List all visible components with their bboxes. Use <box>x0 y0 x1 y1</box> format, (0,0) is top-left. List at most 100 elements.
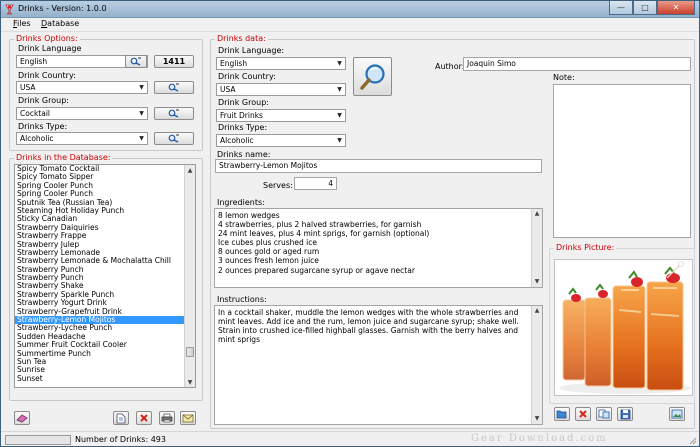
email-button[interactable] <box>180 411 196 425</box>
picture-icon <box>671 409 683 419</box>
data-country-select[interactable]: USA ▼ <box>216 83 346 96</box>
magnifier-icon <box>359 63 385 90</box>
drinks-options-label: Drinks Options: <box>14 34 80 43</box>
chevron-down-icon: ▼ <box>139 84 144 91</box>
folder-open-icon <box>556 410 567 419</box>
menu-files[interactable]: Files <box>13 19 31 28</box>
options-group-label: Drink Group: <box>18 96 69 105</box>
ingredient-line: 8 ounces gold or aged rum <box>218 247 320 257</box>
chevron-down-icon: ▼ <box>337 112 342 119</box>
new-drink-button[interactable] <box>113 411 129 425</box>
data-type-select[interactable]: Alcoholic ▼ <box>216 134 346 147</box>
options-country-label: Drink Country: <box>18 71 76 80</box>
chevron-down-icon: ▼ <box>337 137 342 144</box>
resize-grip-icon[interactable] <box>688 436 697 445</box>
drinks-picture-label: Drinks Picture: <box>554 243 617 252</box>
list-item[interactable]: Sunset <box>15 374 195 383</box>
chevron-down-icon: ▼ <box>139 110 144 117</box>
serves-label: Serves: <box>263 181 293 190</box>
delete-drink-button[interactable] <box>136 411 152 425</box>
scroll-up-icon[interactable]: ▲ <box>532 306 542 316</box>
title-bar: Drinks - Version: 1.0.0 — □ ✕ <box>1 1 699 18</box>
options-language-label: Drink Language <box>18 44 82 53</box>
eraser-icon <box>16 414 28 423</box>
scroll-down-icon[interactable]: ▼ <box>532 277 542 287</box>
open-image-button[interactable] <box>554 407 570 421</box>
options-type-select[interactable]: Alcoholic ▼ <box>16 132 148 145</box>
filter-icon <box>168 109 179 118</box>
scroll-up-icon[interactable]: ▲ <box>532 209 542 219</box>
ingredient-line: 4 strawberries, plus 2 halved strawberri… <box>218 220 422 230</box>
note-textarea[interactable] <box>553 84 691 238</box>
scroll-up-icon[interactable]: ▲ <box>185 165 195 175</box>
scroll-down-icon[interactable]: ▼ <box>532 414 542 424</box>
data-group-select[interactable]: Fruit Drinks ▼ <box>216 109 346 122</box>
chevron-down-icon: ▼ <box>139 135 144 142</box>
erase-button[interactable] <box>14 411 30 425</box>
data-type-value: Alcoholic <box>220 136 254 145</box>
drink-name-field[interactable]: Strawberry-Lemon Mojitos <box>215 159 542 173</box>
data-language-select[interactable]: English ▼ <box>216 57 346 70</box>
maximize-button[interactable]: □ <box>633 1 657 15</box>
options-country-value: USA <box>20 83 36 92</box>
minimize-button[interactable]: — <box>609 1 633 15</box>
options-country-filter-button[interactable] <box>154 81 194 94</box>
close-window-button[interactable]: ✕ <box>657 1 695 15</box>
drink-name-label: Drinks name: <box>217 150 271 159</box>
window-controls: — □ ✕ <box>609 1 695 15</box>
filter-icon <box>130 57 141 66</box>
options-group-filter-button[interactable] <box>154 107 194 120</box>
filter-icon <box>168 134 179 143</box>
data-type-label: Drinks Type: <box>218 123 268 132</box>
serves-field[interactable]: 4 <box>294 177 337 190</box>
drinks-list: Spicy Tomato Cocktail Spicy Tomato Sipper… <box>15 165 195 383</box>
instructions-label: Instructions: <box>217 295 267 304</box>
app-window: Drinks - Version: 1.0.0 — □ ✕ Files Data… <box>0 0 700 447</box>
author-field[interactable]: Joaquin Simo <box>463 57 691 71</box>
ingredients-label: Ingredients: <box>217 198 265 207</box>
printer-icon <box>161 413 173 423</box>
drinks-count-button[interactable]: 1411 <box>154 55 194 68</box>
ingredient-line: Ice cubes plus crushed ice <box>218 238 317 248</box>
drinks-listbox[interactable]: Spicy Tomato Cocktail Spicy Tomato Sipper… <box>14 164 196 388</box>
options-type-filter-button[interactable] <box>154 132 194 145</box>
delete-icon <box>140 414 148 422</box>
options-language-value: English <box>20 57 48 66</box>
data-country-label: Drink Country: <box>218 72 276 81</box>
remove-image-button[interactable] <box>575 407 591 421</box>
save-disk-icon <box>620 409 630 419</box>
drink-photo-image <box>555 260 692 395</box>
copy-icon <box>598 409 610 419</box>
author-label: Author: <box>435 62 465 71</box>
options-country-select[interactable]: USA ▼ <box>16 81 148 94</box>
ingredient-line: 24 mint leaves, plus 4 mint sprigs, for … <box>218 229 430 239</box>
scroll-down-icon[interactable]: ▼ <box>185 377 195 387</box>
options-group-select[interactable]: Cocktail ▼ <box>16 107 148 120</box>
data-language-value: English <box>220 59 248 68</box>
filter-icon <box>168 83 179 92</box>
save-image-button[interactable] <box>617 407 633 421</box>
scroll-thumb[interactable] <box>186 347 194 357</box>
instructions-text: In a cocktail shaker, muddle the lemon w… <box>218 308 519 345</box>
list-scrollbar[interactable]: ▲ ▼ <box>184 165 195 387</box>
options-language-filter-button[interactable] <box>125 55 147 68</box>
picture-view-button[interactable] <box>669 407 685 421</box>
database-group-label: Drinks in the Database: <box>14 153 113 162</box>
chevron-down-icon: ▼ <box>337 60 342 67</box>
note-label: Note: <box>553 73 575 82</box>
ingredient-line: 3 ounces fresh lemon juice <box>218 256 319 266</box>
print-button[interactable] <box>159 411 175 425</box>
instructions-textarea[interactable]: In a cocktail shaker, muddle the lemon w… <box>214 305 543 425</box>
ingredients-textarea[interactable]: 8 lemon wedges 4 strawberries, plus 2 hal… <box>214 208 543 288</box>
ingredients-scrollbar[interactable]: ▲ ▼ <box>531 209 542 287</box>
instructions-scrollbar[interactable]: ▲ ▼ <box>531 306 542 424</box>
menu-bar: Files Database <box>1 18 699 32</box>
window-title: Drinks - Version: 1.0.0 <box>18 4 107 13</box>
mail-icon <box>182 414 194 422</box>
options-group-value: Cocktail <box>20 109 50 118</box>
copy-image-button[interactable] <box>596 407 612 421</box>
menu-database[interactable]: Database <box>41 19 79 28</box>
options-type-label: Drinks Type: <box>18 122 68 131</box>
search-button[interactable] <box>353 57 392 96</box>
data-language-label: Drink Language: <box>218 46 285 55</box>
